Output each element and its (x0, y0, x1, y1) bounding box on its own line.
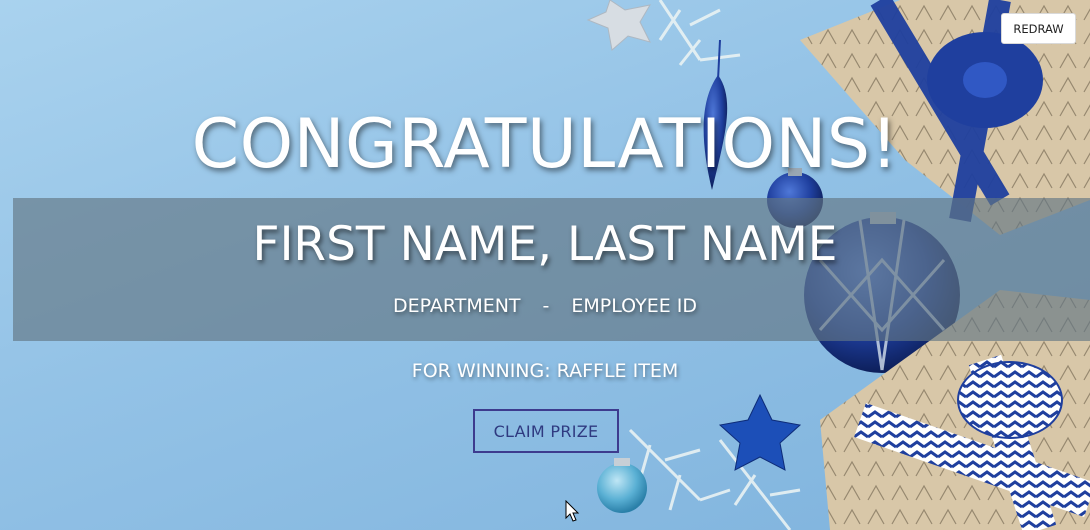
blue-ornament-icon (597, 458, 647, 513)
department-label: DEPARTMENT (393, 295, 521, 317)
winner-name: FIRST NAME, LAST NAME (252, 217, 838, 272)
redraw-button[interactable]: REDRAW (1001, 13, 1076, 44)
mouse-pointer-icon (565, 500, 580, 522)
claim-prize-button[interactable]: CLAIM PRIZE (473, 409, 619, 453)
congratulations-headline: CONGRATULATIONS! (191, 105, 899, 184)
department-employee-line: DEPARTMENT - EMPLOYEE ID (0, 290, 1090, 322)
blue-star-icon (718, 393, 802, 471)
employee-id-label: EMPLOYEE ID (571, 295, 697, 317)
silver-star-icon (586, 0, 651, 51)
separator: - (542, 295, 550, 317)
winning-item-text: FOR WINNING: RAFFLE ITEM (411, 360, 679, 382)
